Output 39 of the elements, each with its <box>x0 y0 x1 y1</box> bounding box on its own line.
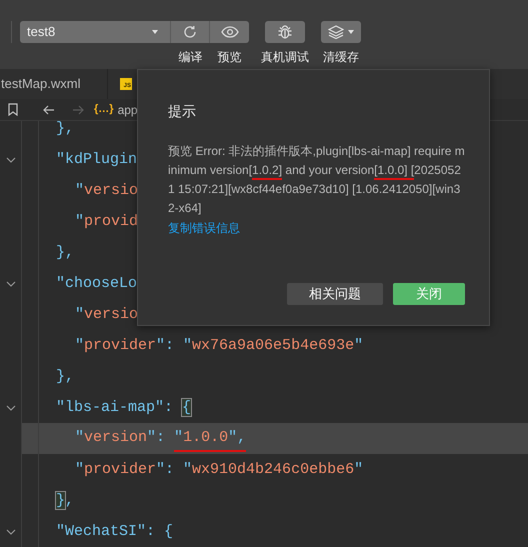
code-line: "provid <box>75 212 138 232</box>
bookmark-icon[interactable] <box>8 103 18 116</box>
refresh-icon <box>182 24 198 40</box>
toolbar-label: 清缓存 <box>323 49 359 66</box>
toolbar-label: 预览 <box>218 49 242 66</box>
copy-error-link[interactable]: 复制错误信息 <box>168 219 240 237</box>
toolbar-label: 编译 <box>178 49 202 66</box>
eye-icon <box>220 26 238 38</box>
code-line: "lbs-ai-map": { <box>56 398 192 418</box>
back-arrow-icon[interactable] <box>43 104 55 114</box>
debug-button[interactable] <box>265 21 305 43</box>
code-line: "WechatSI": { <box>56 522 174 542</box>
breadcrumb-item[interactable]: app <box>118 100 138 118</box>
dialog-title: 提示 <box>168 102 197 121</box>
related-issues-button[interactable]: 相关问题 <box>287 283 383 305</box>
code-line: "versio <box>75 304 138 324</box>
error-message: 预览 Error: 非法的插件版本,plugin[lbs-ai-map] require minimum version[1.0.2] and your version[1.0.0] [20250521 15:07:21][wx8cf44ef0a9e73d10] [1.06.2412050][win32-x64] <box>168 143 465 217</box>
code-line: "version": "1.0.0", <box>75 426 246 452</box>
code-line: "provider": "wx76a9a06e5b4e693e" <box>75 336 364 356</box>
code-line: }, <box>56 121 74 138</box>
chevron-down-icon[interactable] <box>6 280 16 286</box>
caret-icon <box>348 30 354 34</box>
chevron-down-icon[interactable] <box>6 404 16 410</box>
file-tab[interactable]: testMap.wxml <box>0 69 108 99</box>
code-line: }, <box>56 490 74 510</box>
code-line: "chooseLo <box>56 274 138 294</box>
code-line: }, <box>56 242 74 262</box>
layers-icon <box>328 25 344 39</box>
toolbar-label: 真机调试 <box>261 49 309 66</box>
code-line: "provider": "wx910d4b246c0ebbe6" <box>75 460 364 480</box>
code-line: }, <box>56 366 74 386</box>
code-line: "kdPlugin <box>56 150 138 170</box>
cache-button[interactable] <box>321 21 361 43</box>
json-file-icon: {…} <box>94 101 114 118</box>
bug-icon <box>277 24 293 40</box>
chevron-down-icon[interactable] <box>6 528 16 534</box>
caret-icon <box>152 30 158 34</box>
code-line: "versio <box>75 180 138 200</box>
chevron-down-icon[interactable] <box>6 156 16 162</box>
